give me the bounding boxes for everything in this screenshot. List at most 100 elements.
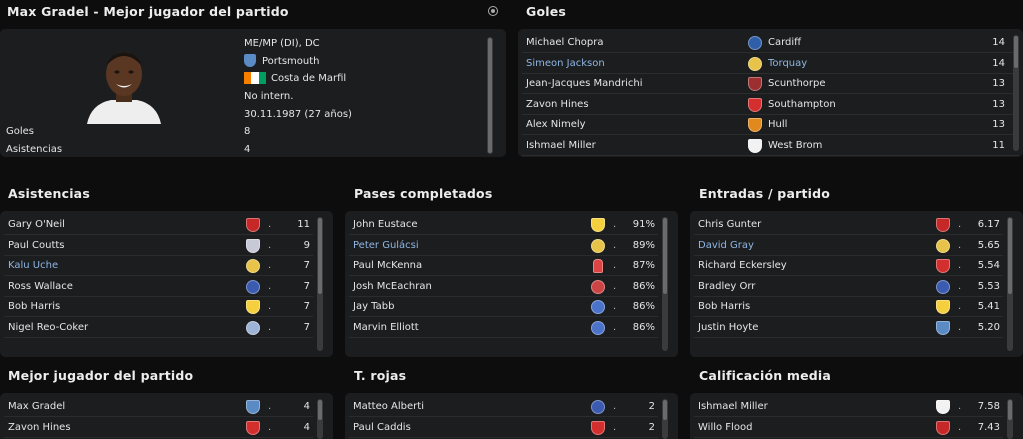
player-nationality[interactable]: Costa de Marfil [271,73,346,84]
tackles-row[interactable]: David Gray. 5.65 [694,237,1003,256]
club-name[interactable]: Hull [768,119,787,130]
stat-value: 7 [303,301,310,313]
goals-card: Michael Chopra Cardiff 14 Simeon Jackson Tor… [518,29,1023,157]
panel-scrollbar[interactable] [662,399,668,439]
motm-row[interactable]: Zavon Hines. 4 [4,419,313,438]
separator-dot: . [958,219,962,230]
stat-value: 11 [297,219,310,230]
club-badge-icon [244,54,256,67]
rating-card: Ishmael Miller. 7.58 Willo Flood. 7.43 [690,393,1023,439]
player-name[interactable]: Simeon Jackson [526,58,605,69]
assists-row[interactable]: Bob Harris. 7 [4,298,313,318]
player-name[interactable]: Kalu Uche [8,260,58,271]
separator-dot: . [613,280,617,292]
middlesbrough-badge-icon [936,420,950,435]
club-name[interactable]: Torquay [768,58,807,69]
passes-row[interactable]: Marvin Elliott. 86% [349,319,658,338]
rating-row[interactable]: Willo Flood. 7.43 [694,419,1003,438]
stat-value: 5.54 [977,260,1000,272]
passes-row[interactable]: Peter Gulácsi. 89% [349,237,658,256]
club-name[interactable]: Scunthorpe [768,78,826,89]
assists-row[interactable]: Nigel Reo-Coker. 7 [4,319,313,338]
tackles-row[interactable]: Bradley Orr. 5.53 [694,278,1003,297]
player-name[interactable]: Paul McKenna [353,260,422,271]
player-name[interactable]: Gary O'Neil [8,219,65,230]
red-row[interactable]: Matteo Alberti. 2 [349,398,658,417]
player-name[interactable]: Ishmael Miller [526,140,596,151]
assists-panel-title: Asistencias [8,186,90,201]
assists-row[interactable]: Ross Wallace. 7 [4,278,313,297]
panel-scrollbar[interactable] [662,217,668,351]
club-name[interactable]: West Brom [768,140,822,151]
player-name[interactable]: Bradley Orr [698,281,755,292]
player-name[interactable]: Marvin Elliott [353,322,419,333]
goals-row[interactable]: Simeon Jackson Torquay 14 [522,55,1019,74]
goals-row[interactable]: Zavon Hines Southampton 13 [522,96,1019,115]
player-name[interactable]: Zavon Hines [8,422,71,433]
goals-scrollbar[interactable] [1013,35,1019,151]
tackles-row[interactable]: Bob Harris. 5.41 [694,298,1003,318]
player-name[interactable]: Bob Harris [698,301,750,312]
player-club[interactable]: Portsmouth [262,56,320,67]
stat-value: 7.58 [977,401,1000,412]
separator-dot: . [268,301,272,313]
assists-row[interactable]: Gary O'Neil. 11 [4,216,313,235]
tackles-row[interactable]: Chris Gunter. 6.17 [694,216,1003,235]
settings-icon[interactable] [488,6,498,16]
goals-row[interactable]: Michael Chopra Cardiff 14 [522,34,1019,53]
assists-row[interactable]: Kalu Uche. 7 [4,257,313,277]
panel-scrollbar[interactable] [1007,399,1013,439]
red-row[interactable]: Paul Caddis. 2 [349,419,658,438]
tackles-row[interactable]: Richard Eckersley. 5.54 [694,257,1003,277]
player-scrollbar[interactable] [487,37,493,154]
separator-dot: . [958,260,962,272]
club-name[interactable]: Cardiff [768,37,801,48]
player-name[interactable]: Chris Gunter [698,219,761,230]
player-name[interactable]: Jean-Jacques Mandrichi [526,78,642,89]
passes-row[interactable]: Josh McEachran. 86% [349,278,658,297]
player-name[interactable]: Paul Coutts [8,240,65,251]
goals-row[interactable]: Alex Nimely Hull 13 [522,116,1019,136]
assists-row[interactable]: Paul Coutts. 9 [4,237,313,256]
player-name[interactable]: Paul Caddis [353,422,411,433]
torquay-badge-icon [936,238,950,253]
torquay-badge-icon [748,56,762,71]
motm-row[interactable]: Max Gradel. 4 [4,398,313,417]
tackles-row[interactable]: Justin Hoyte. 5.20 [694,319,1003,338]
rating-row[interactable]: Ishmael Miller. 7.58 [694,398,1003,417]
passes-row[interactable]: Jay Tabb. 86% [349,298,658,318]
separator-dot: . [613,239,617,251]
player-name[interactable]: Willo Flood [698,422,752,433]
player-name[interactable]: Zavon Hines [526,99,589,110]
goals-row[interactable]: Jean-Jacques Mandrichi Scunthorpe 13 [522,75,1019,95]
club-name[interactable]: Southampton [768,99,836,110]
passes-row[interactable]: Paul McKenna. 87% [349,257,658,277]
panel-scrollbar[interactable] [317,399,323,439]
player-name[interactable]: David Gray [698,240,754,251]
portsmouth-badge-icon [246,400,260,414]
panel-scrollbar[interactable] [1007,217,1013,351]
separator-dot: . [613,322,617,333]
player-name[interactable]: Justin Hoyte [698,322,758,333]
player-name[interactable]: Peter Gulácsi [353,240,419,251]
player-name[interactable]: Michael Chopra [526,37,604,48]
player-name[interactable]: John Eustace [353,219,418,230]
player-name[interactable]: Matteo Alberti [353,401,424,412]
separator-dot: . [613,401,617,412]
passes-row[interactable]: John Eustace. 91% [349,216,658,235]
goals-row[interactable]: Ishmael Miller West Brom 11 [522,137,1019,156]
player-name[interactable]: Richard Eckersley [698,260,787,271]
player-name[interactable]: Nigel Reo-Coker [8,322,88,333]
player-name[interactable]: Ross Wallace [8,281,73,292]
separator-dot: . [613,421,617,433]
goals-value: 13 [992,78,1005,90]
player-name[interactable]: Jay Tabb [353,301,394,312]
player-name[interactable]: Alex Nimely [526,119,586,130]
panel-scrollbar[interactable] [317,217,323,351]
player-name[interactable]: Ishmael Miller [698,401,768,412]
player-name[interactable]: Bob Harris [8,301,60,312]
player-name[interactable]: Josh McEachran [353,281,432,292]
player-name[interactable]: Max Gradel [8,401,65,412]
stat-value: 5.20 [977,322,1000,333]
palace-badge-icon [591,279,605,294]
